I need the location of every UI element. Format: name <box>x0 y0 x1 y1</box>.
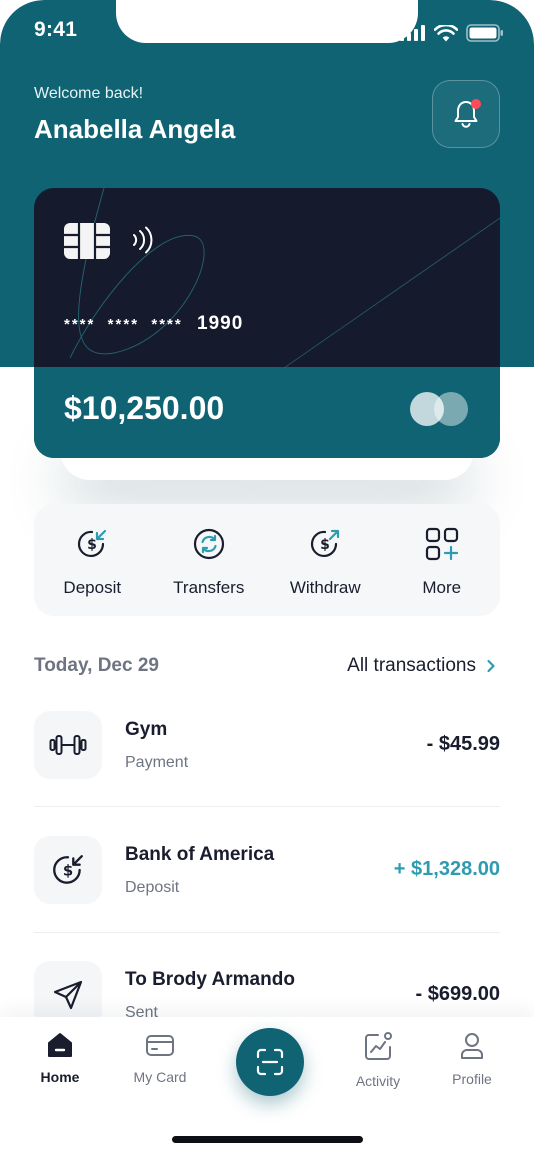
quick-actions: $ Deposit Transfers $ Withdraw More <box>34 504 500 616</box>
transactions-date: Today, Dec 29 <box>34 655 159 676</box>
deposit-label: Deposit <box>63 578 122 597</box>
scan-button[interactable] <box>236 1028 304 1096</box>
withdraw-action[interactable]: $ Withdraw <box>267 504 384 616</box>
svg-text:$: $ <box>63 862 73 879</box>
contactless-icon <box>133 226 153 254</box>
all-transactions-label: All transactions <box>347 655 476 676</box>
more-action[interactable]: More <box>384 504 501 616</box>
card-balance: $10,250.00 <box>64 390 225 426</box>
transaction-icon-box <box>34 711 102 779</box>
transaction-title: Gym <box>125 719 168 740</box>
nav-profile-label: Profile <box>452 1071 492 1087</box>
card-chip-icon <box>64 223 110 259</box>
user-name: Anabella Angela <box>34 114 236 144</box>
nav-activity-label: Activity <box>355 1073 401 1089</box>
transaction-divider <box>34 806 500 807</box>
notifications-button[interactable] <box>432 80 500 148</box>
bank-card[interactable]: **** **** **** 1990 $10,250.00 <box>34 188 500 458</box>
transaction-amount: - $699.00 <box>415 983 500 1005</box>
chevron-right-icon <box>487 659 495 673</box>
withdraw-icon: $ <box>311 529 340 557</box>
card-number-masked: **** **** **** <box>64 316 183 333</box>
scan-icon <box>256 1048 284 1076</box>
transfers-action[interactable]: Transfers <box>151 504 268 616</box>
status-icons <box>400 24 504 42</box>
card-number: **** **** **** 1990 <box>64 313 243 335</box>
more-label: More <box>422 578 462 597</box>
signal-icon <box>400 25 425 41</box>
transaction-icon-box: $ <box>34 836 102 904</box>
profile-icon <box>461 1033 483 1059</box>
phone-screen: 9:41 Welcome back! Anabella Angela **** … <box>0 0 534 1157</box>
deposit-icon: $ <box>53 855 83 884</box>
transfer-icon <box>193 528 224 560</box>
nav-home-label: Home <box>40 1069 80 1085</box>
deposit-icon: $ <box>78 529 107 557</box>
card-number-last4: 1990 <box>197 313 244 334</box>
transaction-title: To Brody Armando <box>125 969 295 990</box>
notification-badge <box>471 99 481 109</box>
nav-activity[interactable]: Activity <box>333 1031 423 1089</box>
welcome-text: Welcome back! <box>34 85 144 102</box>
transaction-title: Bank of America <box>125 844 275 865</box>
transaction-type: Payment <box>125 754 189 771</box>
dumbbell-icon <box>49 735 87 755</box>
transaction-row[interactable]: $ Bank of America Deposit + $1,328.00 <box>34 836 500 906</box>
transaction-divider <box>34 932 500 933</box>
more-grid-icon <box>425 527 458 561</box>
nav-my-card[interactable]: My Card <box>115 1031 205 1085</box>
nav-home[interactable]: Home <box>15 1031 105 1085</box>
battery-icon <box>466 24 503 42</box>
deposit-action[interactable]: $ Deposit <box>34 504 151 616</box>
svg-text:$: $ <box>320 537 330 553</box>
wifi-icon <box>434 24 458 41</box>
nav-profile[interactable]: Profile <box>427 1031 517 1087</box>
nav-my-card-label: My Card <box>133 1069 187 1085</box>
all-transactions-link[interactable]: All transactions <box>347 655 496 677</box>
activity-icon <box>365 1032 392 1060</box>
transaction-row[interactable]: Gym Payment - $45.99 <box>34 711 500 781</box>
status-time: 9:41 <box>34 18 78 41</box>
home-indicator <box>172 1136 363 1143</box>
transaction-type: Deposit <box>125 879 180 896</box>
svg-text:$: $ <box>87 537 97 553</box>
transaction-amount: + $1,328.00 <box>393 858 500 880</box>
card-icon <box>146 1035 174 1056</box>
send-icon <box>53 980 83 1010</box>
home-icon <box>48 1033 72 1057</box>
mastercard-logo-icon <box>408 390 472 428</box>
transfers-label: Transfers <box>173 578 245 597</box>
device-notch <box>116 0 418 43</box>
withdraw-label: Withdraw <box>289 578 361 597</box>
transaction-amount: - $45.99 <box>426 733 500 755</box>
